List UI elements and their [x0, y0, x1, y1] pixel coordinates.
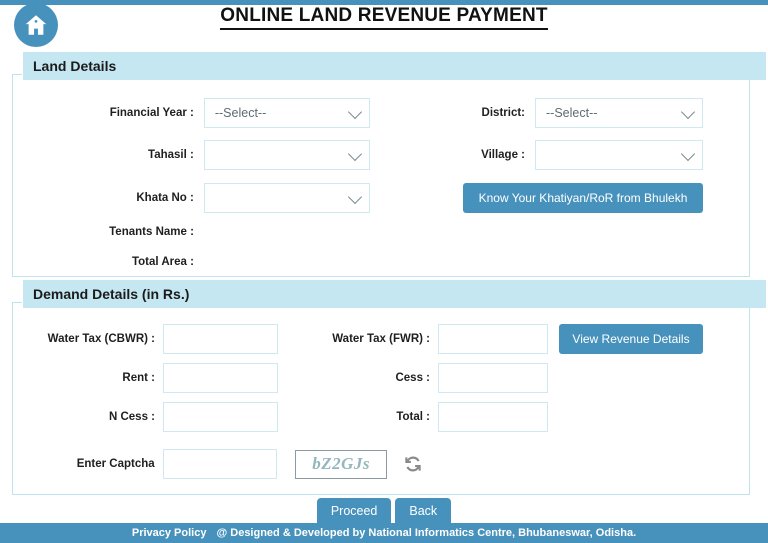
page-title: ONLINE LAND REVENUE PAYMENT: [0, 5, 768, 30]
chevron-down-icon: [347, 189, 363, 205]
district-label: District:: [481, 107, 525, 119]
district-select[interactable]: --Select--: [535, 98, 703, 128]
rent-input[interactable]: [163, 363, 278, 393]
total-row: Total :: [320, 402, 560, 432]
tahasil-label: Tahasil :: [148, 149, 194, 161]
view-revenue-details-button[interactable]: View Revenue Details: [559, 324, 703, 354]
view-revenue-details-label: View Revenue Details: [572, 332, 690, 346]
district-value: --Select--: [546, 106, 598, 120]
refresh-icon[interactable]: [401, 452, 425, 476]
demand-details-legend-text: Demand Details (in Rs.): [33, 286, 190, 302]
privacy-policy-link[interactable]: Privacy Policy: [132, 527, 207, 539]
captcha-row: Enter Captcha bZ2GJs: [55, 449, 425, 479]
total-area-row: Total Area :: [100, 256, 370, 268]
rent-row: Rent :: [35, 363, 285, 393]
tenants-name-row: Tenants Name :: [100, 226, 370, 238]
financial-year-row: Financial Year : --Select--: [100, 98, 370, 128]
chevron-down-icon: [680, 146, 696, 162]
financial-year-label: Financial Year :: [109, 107, 194, 119]
total-input[interactable]: [438, 402, 548, 432]
page-footer: Privacy Policy @ Designed & Developed by…: [0, 523, 768, 543]
captcha-image-text: bZ2GJs: [312, 454, 371, 473]
water-tax-fwr-row: Water Tax (FWR) :: [320, 324, 560, 354]
village-select[interactable]: [535, 140, 703, 170]
know-your-khatiyan-label: Know Your Khatiyan/RoR from Bhulekh: [478, 191, 688, 205]
khata-no-row: Khata No :: [100, 183, 370, 213]
district-row: District: --Select--: [420, 98, 710, 128]
know-your-khatiyan-button[interactable]: Know Your Khatiyan/RoR from Bhulekh: [463, 183, 703, 213]
action-bar: Proceed Back: [0, 498, 768, 524]
khata-no-select[interactable]: [203, 183, 370, 213]
khata-no-label: Khata No :: [136, 192, 194, 204]
tahasil-select[interactable]: [203, 140, 370, 170]
n-cess-input[interactable]: [163, 402, 278, 432]
financial-year-select[interactable]: --Select--: [203, 98, 370, 128]
n-cess-label: N Cess :: [108, 411, 155, 423]
proceed-label: Proceed: [330, 504, 378, 518]
cess-row: Cess :: [320, 363, 560, 393]
total-area-label: Total Area :: [131, 256, 194, 268]
captcha-label: Enter Captcha: [76, 458, 155, 470]
rent-label: Rent :: [122, 372, 155, 384]
back-label: Back: [409, 504, 438, 518]
water-tax-cbwr-row: Water Tax (CBWR) :: [35, 324, 285, 354]
n-cess-row: N Cess :: [35, 402, 285, 432]
cess-label: Cess :: [395, 372, 430, 384]
demand-details-legend: Demand Details (in Rs.): [23, 280, 766, 308]
financial-year-value: --Select--: [214, 106, 267, 120]
water-tax-cbwr-label: Water Tax (CBWR) :: [47, 333, 155, 345]
captcha-image: bZ2GJs: [295, 449, 387, 479]
land-details-legend: Land Details: [23, 52, 766, 80]
land-details-legend-text: Land Details: [33, 58, 117, 74]
cess-input[interactable]: [438, 363, 548, 393]
water-tax-fwr-input[interactable]: [438, 324, 548, 354]
chevron-down-icon: [347, 104, 363, 120]
total-label: Total :: [396, 411, 430, 423]
village-label: Village :: [481, 149, 525, 161]
village-row: Village :: [420, 140, 710, 170]
back-button[interactable]: Back: [395, 498, 452, 524]
tahasil-row: Tahasil :: [100, 140, 370, 170]
chevron-down-icon: [680, 104, 696, 120]
proceed-button[interactable]: Proceed: [316, 498, 392, 524]
water-tax-cbwr-input[interactable]: [163, 324, 278, 354]
page-header: ONLINE LAND REVENUE PAYMENT: [0, 0, 768, 48]
footer-credit: @ Designed & Developed by National Infor…: [216, 527, 637, 539]
water-tax-fwr-label: Water Tax (FWR) :: [332, 333, 430, 345]
page-title-text: ONLINE LAND REVENUE PAYMENT: [220, 5, 548, 30]
tenants-name-label: Tenants Name :: [109, 226, 194, 238]
chevron-down-icon: [347, 146, 363, 162]
captcha-input[interactable]: [162, 449, 278, 479]
